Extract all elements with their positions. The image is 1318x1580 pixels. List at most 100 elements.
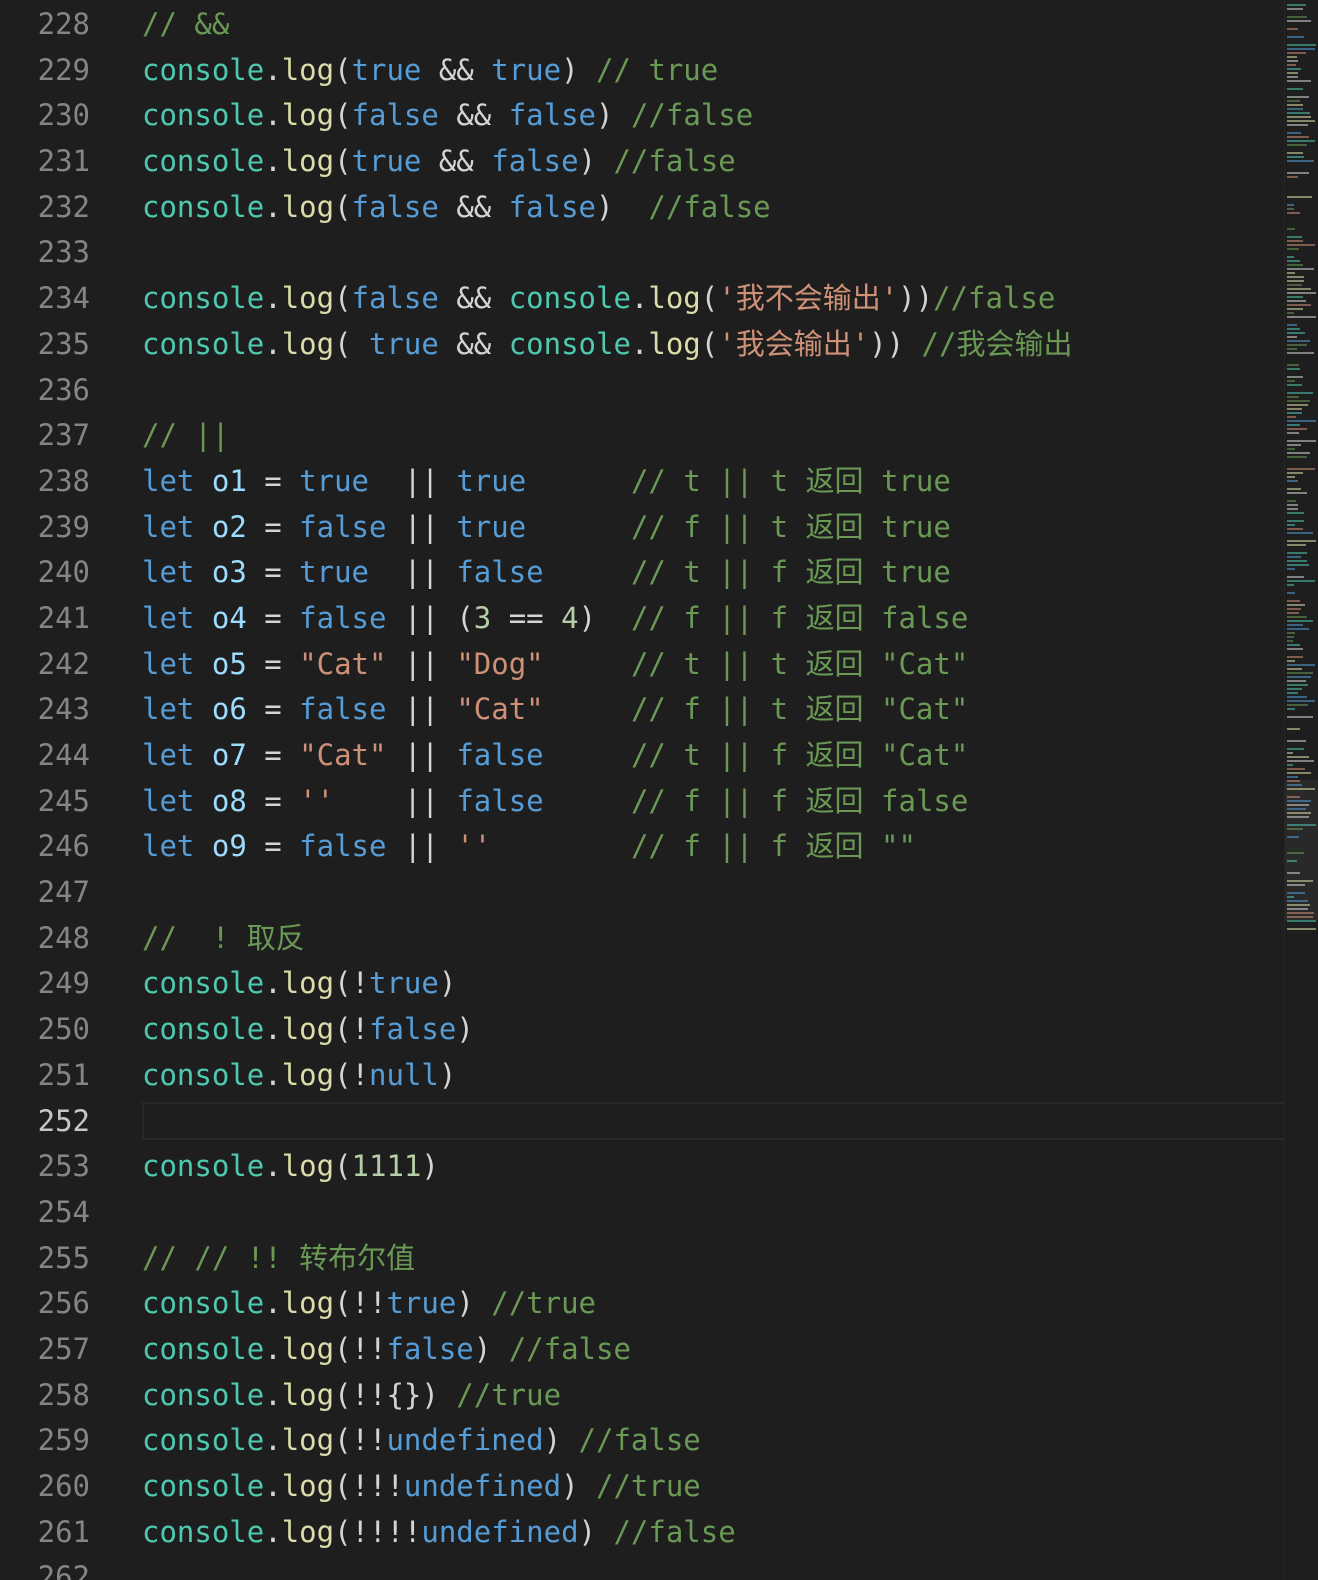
function-name-token: log — [281, 1469, 335, 1503]
keyword-token: true — [456, 463, 527, 498]
code-line[interactable]: 231 console.log(true && false) //false — [0, 139, 1292, 185]
code-line[interactable]: 255 // // !! 转布尔值 — [0, 1236, 1292, 1282]
code-line[interactable]: 229 console.log(true && true) // true — [0, 48, 1292, 94]
code-text[interactable]: console.log(!!false) //false — [142, 1327, 631, 1373]
code-line[interactable]: 235 console.log( true && console.log('我会输… — [0, 322, 1292, 368]
code-line[interactable]: 240 let o3 = true || false // t || f 返回 t… — [0, 550, 1292, 596]
minimap-line — [1287, 432, 1299, 434]
code-text[interactable]: let o1 = true || true // t || t 返回 true — [142, 459, 951, 505]
code-editor[interactable]: 228// && 229 console.log(true && true) // … — [0, 0, 1318, 1580]
minimap-line — [1287, 872, 1300, 874]
minimap-line — [1287, 716, 1313, 718]
minimap-line — [1287, 604, 1305, 606]
code-line[interactable]: 238 let o1 = true || true // t || t 返回 tr… — [0, 459, 1292, 505]
current-code-line[interactable]: 252 — [0, 1099, 1292, 1145]
code-line[interactable]: 236 — [0, 368, 1292, 414]
code-text[interactable]: // && — [142, 2, 229, 48]
code-line[interactable]: 250 console.log(!false) — [0, 1007, 1292, 1053]
code-line[interactable]: 241 let o4 = false || (3 == 4) // f || f … — [0, 596, 1292, 642]
code-text[interactable]: let o5 = "Cat" || "Dog" // t || t 返回 "Ca… — [142, 642, 968, 688]
code-text[interactable]: let o8 = '' || false // f || f 返回 false — [142, 779, 968, 825]
code-text[interactable]: console.log(!null) — [142, 1053, 456, 1099]
minimap-line — [1287, 860, 1297, 862]
minimap-line — [1287, 344, 1307, 346]
code-line[interactable]: 257 console.log(!!false) //false — [0, 1327, 1292, 1373]
keyword-token: let — [142, 829, 195, 864]
code-text[interactable]: console.log(!false) — [142, 1007, 474, 1053]
code-line[interactable]: 234 console.log(false && console.log('我不会… — [0, 276, 1292, 322]
code-text[interactable]: let o3 = true || false // t || f 返回 true — [142, 550, 951, 596]
minimap-line — [1287, 8, 1303, 10]
code-line[interactable]: 258 console.log(!!{}) //true — [0, 1373, 1292, 1419]
code-line[interactable]: 251 console.log(!null) — [0, 1053, 1292, 1099]
code-text[interactable]: console.log( true && console.log('我会输出')… — [142, 322, 1072, 368]
comment-token: //false — [613, 144, 736, 179]
minimap-line — [1287, 540, 1316, 542]
minimap-line — [1287, 892, 1305, 894]
code-line[interactable]: 237 // || — [0, 413, 1292, 459]
code-text[interactable]: // // !! 转布尔值 — [142, 1236, 415, 1282]
code-text[interactable]: console.log(!!!undefined) //true — [142, 1464, 701, 1510]
code-line[interactable]: 253 console.log(1111) — [0, 1144, 1292, 1190]
punctuation-token: = — [246, 783, 300, 818]
punctuation-token: && — [438, 98, 509, 133]
code-text[interactable]: console.log(!true) — [142, 961, 456, 1007]
code-text[interactable]: console.log(!!true) //true — [142, 1281, 596, 1327]
minimap-line — [1287, 616, 1307, 618]
code-text[interactable]: let o9 = false || '' // f || f 返回 "" — [142, 824, 916, 870]
code-line[interactable]: 254 — [0, 1190, 1292, 1236]
code-line[interactable]: 242 let o5 = "Cat" || "Dog" // t || t 返回 … — [0, 642, 1292, 688]
line-number: 240 — [37, 555, 90, 590]
minimap-line — [1287, 544, 1306, 546]
code-line[interactable]: 262 — [0, 1555, 1292, 1580]
code-text[interactable]: let o2 = false || true // f || t 返回 true — [142, 505, 951, 551]
code-line[interactable]: 249 console.log(!true) — [0, 961, 1292, 1007]
code-line[interactable]: 233 — [0, 230, 1292, 276]
code-line[interactable]: 228 // && — [0, 2, 1292, 48]
code-text[interactable]: let o6 = false || "Cat" // f || t 返回 "Ca… — [142, 687, 968, 733]
minimap-line — [1287, 600, 1300, 602]
punctuation-token: ) — [543, 1423, 579, 1458]
minimap[interactable] — [1284, 0, 1318, 1580]
code-line[interactable]: 256 console.log(!!true) //true — [0, 1281, 1292, 1327]
punctuation-token: . — [264, 1057, 282, 1092]
code-text[interactable]: console.log(false && false) //false — [142, 93, 753, 139]
line-number: 251 — [37, 1057, 90, 1092]
code-line[interactable]: 243 let o6 = false || "Cat" // f || t 返回 … — [0, 687, 1292, 733]
minimap-line — [1287, 920, 1316, 922]
code-line[interactable]: 232 console.log(false && false) //false — [0, 185, 1292, 231]
minimap-line — [1287, 808, 1306, 810]
code-text[interactable]: // || — [142, 413, 229, 459]
code-text[interactable]: console.log(!!{}) //true — [142, 1373, 561, 1419]
minimap-line — [1287, 896, 1294, 898]
code-text[interactable]: console.log(true && false) //false — [142, 139, 736, 185]
code-line[interactable]: 259 console.log(!!undefined) //false — [0, 1418, 1292, 1464]
minimap-line — [1287, 880, 1313, 882]
code-line[interactable]: 245 let o8 = '' || false // f || f 返回 fal… — [0, 779, 1292, 825]
comment-token: // true — [596, 52, 719, 87]
code-text[interactable]: console.log(!!undefined) //false — [142, 1418, 701, 1464]
code-text[interactable]: console.log(!!!!undefined) //false — [142, 1510, 736, 1556]
code-text[interactable]: console.log(true && true) // true — [142, 48, 718, 94]
minimap-line — [1287, 788, 1315, 790]
code-line[interactable]: 230 console.log(false && false) //false — [0, 93, 1292, 139]
code-line[interactable]: 246 let o9 = false || '' // f || f 返回 "" — [0, 824, 1292, 870]
function-name-token: log — [281, 189, 335, 224]
code-text[interactable]: let o4 = false || (3 == 4) // f || f 返回 … — [142, 596, 968, 642]
minimap-line — [1287, 908, 1308, 910]
code-text[interactable]: console.log(1111) — [142, 1144, 439, 1190]
code-line[interactable]: 247 — [0, 870, 1292, 916]
code-text[interactable]: let o7 = "Cat" || false // t || f 返回 "Ca… — [142, 733, 968, 779]
code-line[interactable]: 244 let o7 = "Cat" || false // t || f 返回 … — [0, 733, 1292, 779]
keyword-token: let — [142, 692, 195, 727]
minimap-line — [1287, 172, 1309, 174]
code-line[interactable]: 239 let o2 = false || true // f || t 返回 t… — [0, 505, 1292, 551]
code-line[interactable]: 248 // ! 取反 — [0, 916, 1292, 962]
code-text[interactable]: // ! 取反 — [142, 916, 305, 962]
code-text[interactable]: console.log(false && false) //false — [142, 185, 771, 231]
code-line[interactable]: 260 console.log(!!!undefined) //true — [0, 1464, 1292, 1510]
editor-lines[interactable]: 228// && 229 console.log(true && true) // … — [0, 2, 1292, 1580]
code-line[interactable]: 261 console.log(!!!!undefined) //false — [0, 1510, 1292, 1556]
minimap-line — [1287, 332, 1305, 334]
code-text[interactable]: console.log(false && console.log('我不会输出'… — [142, 276, 1055, 322]
